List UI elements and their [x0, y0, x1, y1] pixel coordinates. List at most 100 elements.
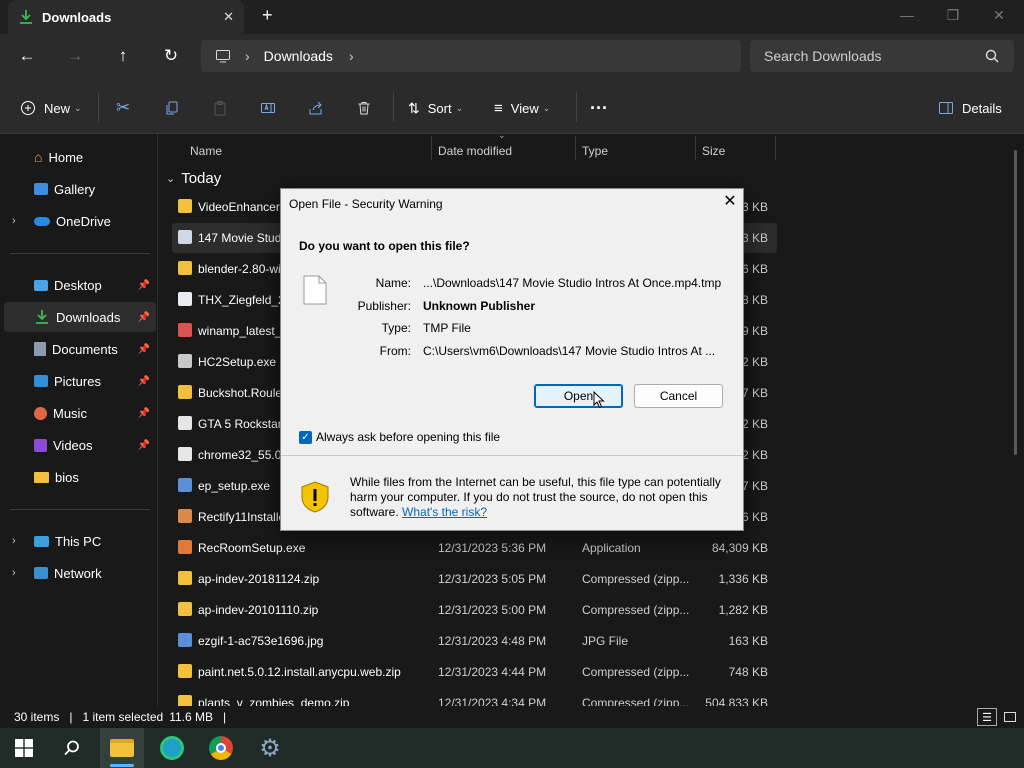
- dialog-divider: [281, 455, 743, 456]
- file-explorer-taskbar-button[interactable]: [100, 728, 144, 768]
- selected-size: 11.6 MB: [169, 710, 214, 724]
- settings-taskbar-button[interactable]: ⚙: [248, 728, 292, 768]
- file-row[interactable]: ap-indev-20181124.zip 12/31/2023 5:05 PM C…: [172, 564, 777, 594]
- file-type-icon: [178, 633, 192, 647]
- file-date: 12/31/2023 4:48 PM: [438, 634, 547, 648]
- search-icon: [64, 740, 79, 756]
- file-size: 748 KB: [728, 665, 768, 679]
- file-type-icon: [178, 664, 192, 678]
- file-row[interactable]: ezgif-1-ac753e1696.jpg 12/31/2023 4:48 PM…: [172, 626, 777, 656]
- file-type-icon: [178, 354, 192, 368]
- file-size: 9 KB: [741, 324, 768, 338]
- file-type-icon: [178, 602, 192, 616]
- file-name: chrome32_55.0.: [198, 448, 285, 462]
- file-type-icon: [178, 385, 192, 399]
- file-name: HC2Setup.exe: [198, 355, 277, 369]
- folder-icon: [110, 739, 134, 757]
- tiles-view-icon[interactable]: [1000, 708, 1020, 726]
- file-name: ezgif-1-ac753e1696.jpg: [198, 634, 324, 648]
- file-name: paint.net.5.0.12.install.anycpu.web.zip: [198, 665, 401, 679]
- file-type: Compressed (zipp...: [582, 572, 690, 586]
- file-date: 12/31/2023 5:36 PM: [438, 541, 547, 555]
- active-app-indicator: [110, 764, 134, 767]
- chrome-taskbar-button[interactable]: [199, 728, 243, 768]
- file-row[interactable]: ap-indev-20101110.zip 12/31/2023 5:00 PM C…: [172, 595, 777, 625]
- file-type: Application: [582, 541, 641, 555]
- checkbox-checked-icon[interactable]: ✓: [299, 430, 312, 444]
- windows-logo-icon: [15, 739, 33, 757]
- type-value: TMP File: [423, 321, 471, 335]
- file-size: 2 KB: [741, 448, 768, 462]
- search-taskbar-button[interactable]: [50, 728, 94, 768]
- publisher-label: Publisher:: [357, 299, 411, 313]
- file-row[interactable]: paint.net.5.0.12.install.anycpu.web.zip 1…: [172, 657, 777, 687]
- file-name: winamp_latest_: [198, 324, 282, 338]
- name-label: Name:: [375, 276, 411, 290]
- status-separator: |: [69, 710, 73, 724]
- file-date: 12/31/2023 5:05 PM: [438, 572, 547, 586]
- publisher-value: Unknown Publisher: [423, 299, 536, 313]
- dialog-close-button[interactable]: ✕: [721, 193, 739, 211]
- file-name: 147 Movie Stud: [198, 231, 282, 245]
- file-type: Compressed (zipp...: [582, 696, 690, 706]
- file-name: blender-2.80-wi: [198, 262, 281, 276]
- file-size: 6 KB: [741, 262, 768, 276]
- file-type-icon: [178, 509, 192, 523]
- mouse-cursor-icon: [593, 391, 605, 409]
- open-button[interactable]: Open: [534, 384, 623, 408]
- whats-the-risk-link[interactable]: What's the risk?: [402, 505, 487, 519]
- file-name: VideoEnhancerI: [198, 200, 284, 214]
- file-size: 1,282 KB: [718, 603, 768, 617]
- file-name: THX_Ziegfeld_2: [198, 293, 285, 307]
- file-name: plants_v_zombies_demo.zip: [198, 696, 350, 706]
- file-date: 12/31/2023 5:00 PM: [438, 603, 547, 617]
- name-value: ...\Downloads\147 Movie Studio Intros At…: [423, 276, 722, 290]
- dialog-question: Do you want to open this file?: [299, 239, 470, 253]
- file-size: 8 KB: [741, 293, 768, 307]
- details-view-icon[interactable]: ☰: [977, 708, 997, 726]
- selected-count: 1 item selected: [82, 710, 164, 724]
- file-size: 6 KB: [741, 510, 768, 524]
- file-name: ap-indev-20181124.zip: [198, 572, 320, 586]
- file-type-icon: [178, 540, 192, 554]
- security-warning-dialog: Open File - Security Warning ✕ Do you wa…: [280, 188, 744, 531]
- start-button[interactable]: [2, 728, 46, 768]
- file-type-icon: [178, 292, 192, 306]
- file-size: 84,309 KB: [711, 541, 768, 555]
- type-label: Type:: [381, 321, 411, 335]
- file-row[interactable]: plants_v_zombies_demo.zip 12/31/2023 4:34…: [172, 688, 777, 706]
- item-count: 30 items: [14, 710, 60, 724]
- file-name: RecRoomSetup.exe: [198, 541, 306, 555]
- file-size: 7 KB: [741, 479, 768, 493]
- file-size: 3 KB: [741, 200, 768, 214]
- file-type-icon: [178, 695, 192, 706]
- file-type-icon: [178, 230, 192, 244]
- cancel-button[interactable]: Cancel: [634, 384, 723, 408]
- file-type: JPG File: [582, 634, 629, 648]
- gear-icon: ⚙: [259, 734, 281, 762]
- file-type-icon: [178, 447, 192, 461]
- shield-warning-icon: [301, 481, 329, 513]
- file-type: Compressed (zipp...: [582, 603, 690, 617]
- file-size: 2 KB: [741, 417, 768, 431]
- file-size: 504,833 KB: [705, 696, 768, 706]
- vertical-scrollbar[interactable]: [1014, 150, 1017, 455]
- from-value: C:\Users\vm6\Downloads\147 Movie Studio …: [423, 344, 716, 358]
- file-type-icon: [178, 571, 192, 585]
- status-separator: |: [223, 710, 227, 724]
- file-row[interactable]: RecRoomSetup.exe 12/31/2023 5:36 PM Applic…: [172, 533, 777, 563]
- file-name: GTA 5 Rockstar: [198, 417, 282, 431]
- edge-icon: [160, 736, 184, 760]
- edge-taskbar-button[interactable]: [150, 728, 194, 768]
- always-ask-checkbox-row[interactable]: ✓ Always ask before opening this file: [299, 430, 500, 444]
- checkbox-label: Always ask before opening this file: [316, 430, 501, 444]
- file-size: 1,336 KB: [718, 572, 768, 586]
- file-size: 163 KB: [728, 634, 768, 648]
- warning-message: While files from the Internet can be use…: [350, 475, 730, 520]
- file-name: ep_setup.exe: [198, 479, 271, 493]
- file-type: Compressed (zipp...: [582, 665, 690, 679]
- file-type-icon: [178, 261, 192, 275]
- file-date: 12/31/2023 4:34 PM: [438, 696, 547, 706]
- status-bar: 30 items | 1 item selected 11.6 MB |: [0, 706, 1024, 728]
- file-type-icon: [178, 416, 192, 430]
